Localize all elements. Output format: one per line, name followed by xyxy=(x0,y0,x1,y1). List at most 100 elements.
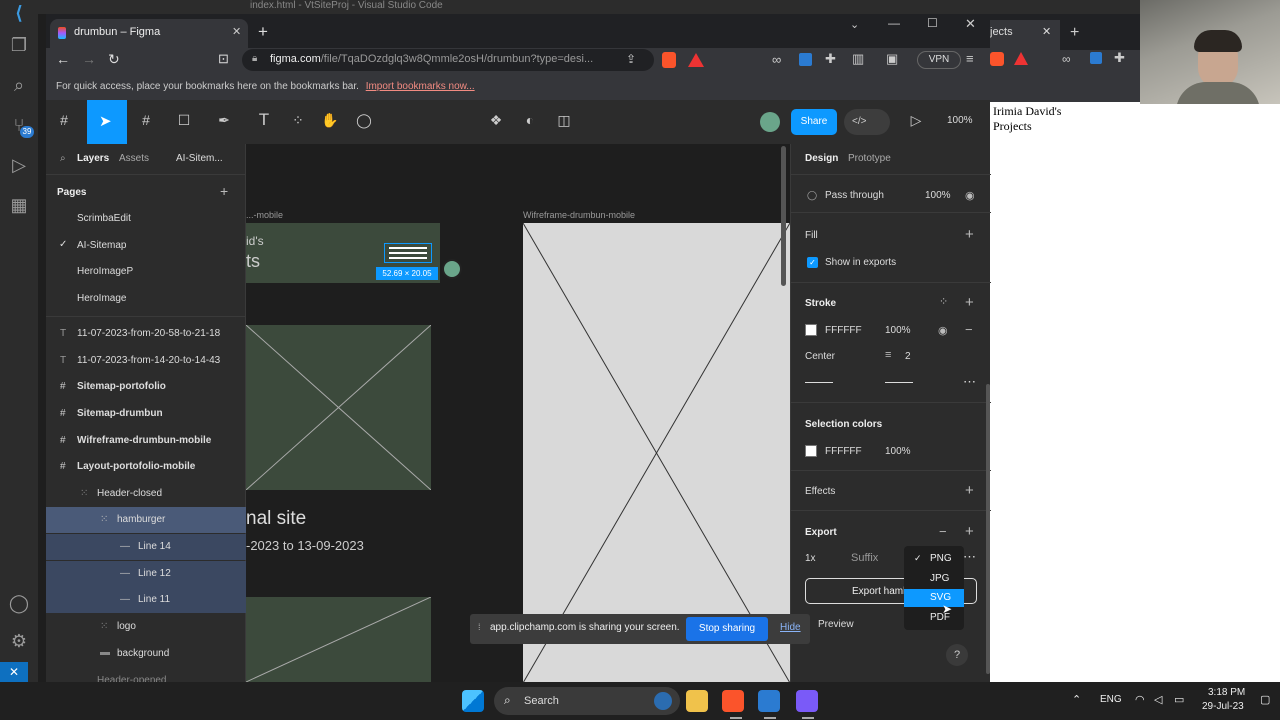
header-frame[interactable]: id's ts 52.69 × 20.05 xyxy=(246,223,440,283)
mask-icon[interactable]: ◐ xyxy=(520,112,540,128)
translate-extension-icon[interactable] xyxy=(799,53,812,66)
page-item-active[interactable]: AI-Sitemap xyxy=(46,233,246,259)
image-placeholder[interactable] xyxy=(246,597,431,682)
add-page-icon[interactable]: + xyxy=(220,183,228,199)
forward-icon[interactable]: → xyxy=(82,51,96,67)
add-stroke-icon[interactable]: + xyxy=(965,294,974,311)
hamburger-selection[interactable] xyxy=(384,243,432,263)
brave-rewards-icon[interactable] xyxy=(688,53,704,67)
remove-stroke-icon[interactable]: − xyxy=(965,322,973,337)
settings-gear-icon[interactable]: ⚙ xyxy=(8,630,30,652)
boolean-icon[interactable]: ◫ xyxy=(554,112,574,129)
selection-color-swatch[interactable] xyxy=(805,445,817,457)
visibility-eye-icon[interactable]: ◉ xyxy=(965,189,975,202)
back-icon[interactable]: ← xyxy=(56,51,70,67)
present-icon[interactable]: ▷ xyxy=(908,112,924,129)
pen-tool-icon[interactable]: ✒ xyxy=(214,112,234,129)
visibility-eye-icon[interactable]: ◉ xyxy=(938,324,948,337)
vscode-icon[interactable] xyxy=(758,690,780,712)
help-button[interactable]: ? xyxy=(946,644,968,666)
show-in-exports-checkbox[interactable]: ✓ xyxy=(807,257,818,268)
extensions-icon[interactable]: ✚ xyxy=(825,51,836,67)
panel-scrollbar[interactable] xyxy=(986,384,990,674)
export-settings-icon[interactable]: ⋯ xyxy=(963,549,976,565)
layer-item[interactable]: Sitemap-portofolio xyxy=(46,374,246,400)
text-tool-icon[interactable]: T xyxy=(254,110,274,130)
wifi-icon[interactable]: ◠ xyxy=(1135,693,1145,706)
layer-opacity[interactable]: 100% xyxy=(925,190,951,201)
close-tab-icon[interactable]: ✕ xyxy=(1042,25,1051,38)
reload-icon[interactable]: ↻ xyxy=(108,51,120,68)
move-tool-button[interactable]: ➤ xyxy=(87,100,127,144)
stroke-start-style[interactable] xyxy=(805,382,833,383)
tab-assets[interactable]: Assets xyxy=(119,153,149,164)
stroke-hex[interactable]: FFFFFF xyxy=(825,325,862,336)
second-browser-tab[interactable]: jects ✕ xyxy=(990,20,1060,50)
resources-icon[interactable]: ⁘ xyxy=(288,112,308,129)
figma-canvas[interactable]: ...-mobile Wifreframe-drumbun-mobile id'… xyxy=(246,144,790,682)
blend-mode-select[interactable]: Pass through xyxy=(825,190,884,201)
layer-item[interactable]: background xyxy=(46,641,246,667)
selection-color-opacity[interactable]: 100% xyxy=(885,446,911,457)
layer-item[interactable]: logo xyxy=(46,614,246,640)
brave-shield-icon[interactable] xyxy=(662,52,676,68)
format-option-jpg[interactable]: JPG xyxy=(930,573,949,584)
page-item[interactable]: HeroImageP xyxy=(46,259,246,285)
layer-item[interactable]: Line 14 xyxy=(46,534,246,560)
comment-tool-icon[interactable]: ◯ xyxy=(354,112,374,129)
browser-tab-figma[interactable]: drumbun – Figma ✕ xyxy=(50,19,248,48)
layer-item[interactable]: Sitemap-drumbun xyxy=(46,401,246,427)
menu-icon[interactable]: ≡ xyxy=(966,51,974,66)
minimize-window-icon[interactable]: — xyxy=(888,16,900,30)
reader-icon[interactable]: ∞ xyxy=(1062,52,1071,66)
maximize-window-icon[interactable]: ☐ xyxy=(927,16,938,30)
stroke-align-select[interactable]: Center xyxy=(805,351,835,362)
layer-item[interactable]: 11-07-2023-from-14-20-to-14-43 xyxy=(46,348,246,374)
tab-layers[interactable]: Layers xyxy=(77,153,109,164)
rectangle-tool-icon[interactable]: ☐ xyxy=(174,112,194,129)
close-window-icon[interactable]: ✕ xyxy=(965,16,976,32)
layer-item[interactable]: Layout-portofolio-mobile xyxy=(46,454,246,480)
tab-prototype[interactable]: Prototype xyxy=(848,153,891,164)
canvas-scrollbar[interactable] xyxy=(781,146,786,286)
layer-item[interactable]: Line 12 xyxy=(46,561,246,587)
reader-mode-icon[interactable]: ∞ xyxy=(772,52,781,67)
new-tab-icon[interactable]: + xyxy=(258,22,268,42)
stroke-end-style[interactable] xyxy=(885,382,913,383)
export-suffix-input[interactable]: Suffix xyxy=(851,552,878,564)
run-debug-icon[interactable]: ▷ xyxy=(8,154,30,176)
search-icon[interactable]: ⌕ xyxy=(8,74,30,96)
remote-status-icon[interactable]: ✕ xyxy=(0,662,28,682)
new-tab-icon[interactable]: + xyxy=(1070,24,1079,42)
stroke-weight[interactable]: 2 xyxy=(905,351,911,362)
layer-item[interactable]: 11-07-2023-from-20-58-to-21-18 xyxy=(46,321,246,347)
tray-chevron-icon[interactable]: ⌃ xyxy=(1072,693,1081,706)
frame-tool-icon[interactable]: # xyxy=(136,112,156,128)
drag-handle-icon[interactable]: ⁞ xyxy=(478,622,481,632)
hide-link[interactable]: Hide xyxy=(780,622,801,633)
style-grid-icon[interactable]: ⁘ xyxy=(939,295,948,308)
notification-icon[interactable]: ▢ xyxy=(1260,693,1270,706)
stroke-color-swatch[interactable] xyxy=(805,324,817,336)
translate-icon[interactable] xyxy=(1090,52,1102,64)
brave-browser-icon[interactable] xyxy=(722,690,744,712)
search-layers-icon[interactable]: ⌕ xyxy=(60,153,66,164)
account-icon[interactable]: ◯ xyxy=(8,592,30,614)
collaborator-avatar[interactable] xyxy=(760,112,780,132)
clock-time[interactable]: 3:18 PM xyxy=(1208,687,1245,698)
selection-color-hex[interactable]: FFFFFF xyxy=(825,446,862,457)
page-item[interactable]: HeroImage xyxy=(46,286,246,312)
wallet-icon[interactable]: ▣ xyxy=(886,51,898,67)
format-option-svg-highlight[interactable]: SVG xyxy=(904,589,964,607)
component-icon[interactable]: ❖ xyxy=(486,112,506,129)
sidebar-icon[interactable]: ▥ xyxy=(852,51,864,67)
bookmark-icon[interactable]: ⊡ xyxy=(218,51,229,67)
clipchamp-icon[interactable] xyxy=(796,690,818,712)
layer-item[interactable]: Line 11 xyxy=(46,587,246,613)
brave-shield-icon[interactable] xyxy=(990,52,1004,66)
tab-search-icon[interactable]: ⌄ xyxy=(850,18,859,31)
address-bar[interactable]: 🔒︎ figma.com/file/TqaDOzdglq3w8Qmmle2osH… xyxy=(242,49,654,71)
share-button[interactable]: Share xyxy=(791,109,837,135)
page-item[interactable]: ScrimbaEdit xyxy=(46,206,246,232)
layer-item[interactable]: Header-closed xyxy=(46,481,246,507)
